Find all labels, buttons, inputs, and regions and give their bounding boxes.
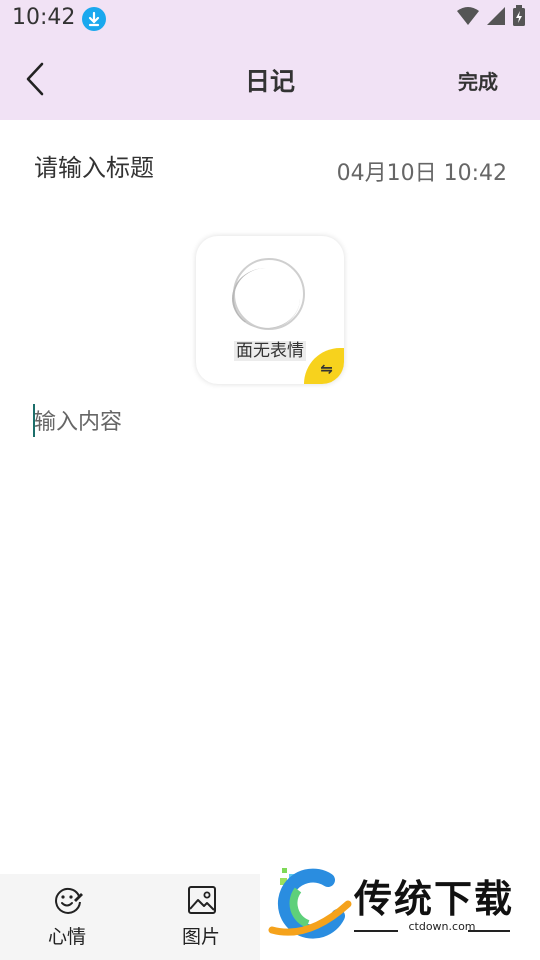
image-icon: [188, 886, 216, 914]
status-bar: 10:42: [0, 0, 540, 38]
smiley-pen-icon: [55, 887, 83, 914]
content-input[interactable]: [34, 404, 504, 440]
app-bar: 日记 完成: [0, 38, 540, 120]
signal-icon: [486, 6, 506, 30]
mood-card[interactable]: 面无表情 ⇋: [196, 236, 344, 384]
mood-tool-button[interactable]: 心情: [2, 874, 132, 960]
watermark-brand: 传统下载: [354, 877, 515, 921]
wifi-icon: [456, 6, 480, 30]
switch-arrows-icon: ⇋: [320, 360, 333, 378]
watermark-url: ctdown.com: [408, 920, 476, 933]
battery-icon: [512, 5, 526, 31]
download-icon: [82, 7, 106, 31]
title-input[interactable]: [34, 150, 294, 186]
done-button[interactable]: 完成: [458, 66, 498, 95]
bottom-toolbar: 心情 图片: [0, 874, 260, 960]
mood-tool-label: 心情: [47, 926, 86, 948]
watermark-logo: 传统下载 ctdown.com: [262, 862, 532, 952]
image-tool-label: 图片: [181, 926, 220, 948]
image-tool-button[interactable]: 图片: [136, 874, 266, 960]
status-time: 10:42: [12, 5, 76, 30]
neutral-face-icon: [232, 258, 305, 330]
entry-datetime: 04月10日 10:42: [336, 161, 507, 186]
